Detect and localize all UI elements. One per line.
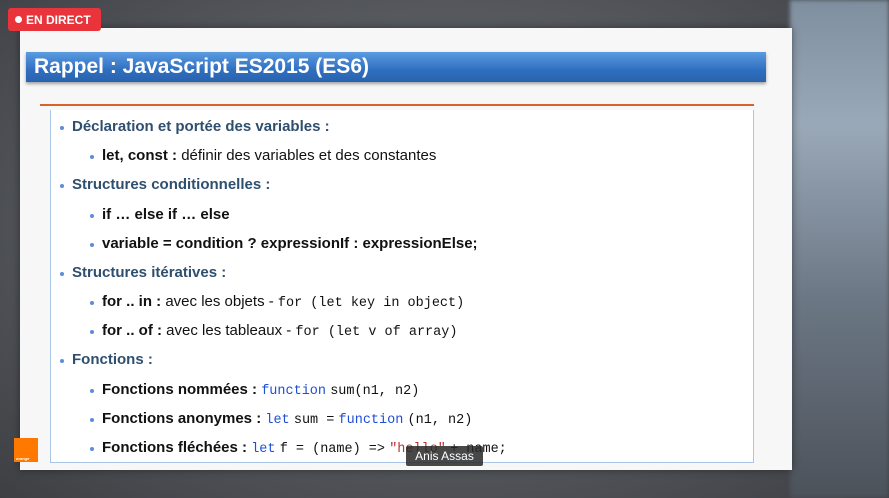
bullet-icon [90,389,94,393]
presentation-slide: Rappel : JavaScript ES2015 (ES6) Déclara… [20,28,792,470]
list-item-for-in: for .. in : avec les objets - for (let k… [102,293,465,311]
bullet-icon [90,243,94,247]
presenter-name: Anis Assas [415,449,474,463]
list-item-anonymous-functions: Fonctions anonymes : let sum = function … [102,410,473,428]
live-badge-label: EN DIRECT [26,12,91,27]
bullet-icon [90,447,94,451]
list-item-let-const: let, const : définir des variables et de… [102,147,437,164]
list-item-if-else: if … else if … else [102,206,230,223]
bullet-icon [60,184,64,188]
list-item-named-functions: Fonctions nommées : function sum(n1, n2) [102,381,420,399]
live-badge: EN DIRECT [8,8,101,31]
slide-title-bar: Rappel : JavaScript ES2015 (ES6) [26,52,766,82]
bullet-icon [90,301,94,305]
list-item-declarations: Déclaration et portée des variables : [72,118,330,135]
list-item-conditionals: Structures conditionnelles : [72,176,271,193]
orange-logo-icon: orange [14,438,38,462]
bullet-icon [60,126,64,130]
bullet-icon [90,330,94,334]
list-item-iterations: Structures itératives : [72,264,227,281]
bullet-icon [90,418,94,422]
list-item-functions: Fonctions : [72,351,153,368]
list-item-for-of: for .. of : avec les tableaux - for (let… [102,322,458,340]
list-item-ternary: variable = condition ? expressionIf : ex… [102,235,478,252]
blurred-background [790,0,889,498]
slide-title: Rappel : JavaScript ES2015 (ES6) [34,55,369,78]
live-dot-icon [15,16,22,23]
title-divider [40,104,754,106]
bullet-icon [90,214,94,218]
bullet-icon [60,272,64,276]
slide-content: Déclaration et portée des variables : le… [50,110,754,463]
presenter-name-tag: Anis Assas [406,446,483,466]
bullet-icon [90,155,94,159]
bullet-icon [60,359,64,363]
